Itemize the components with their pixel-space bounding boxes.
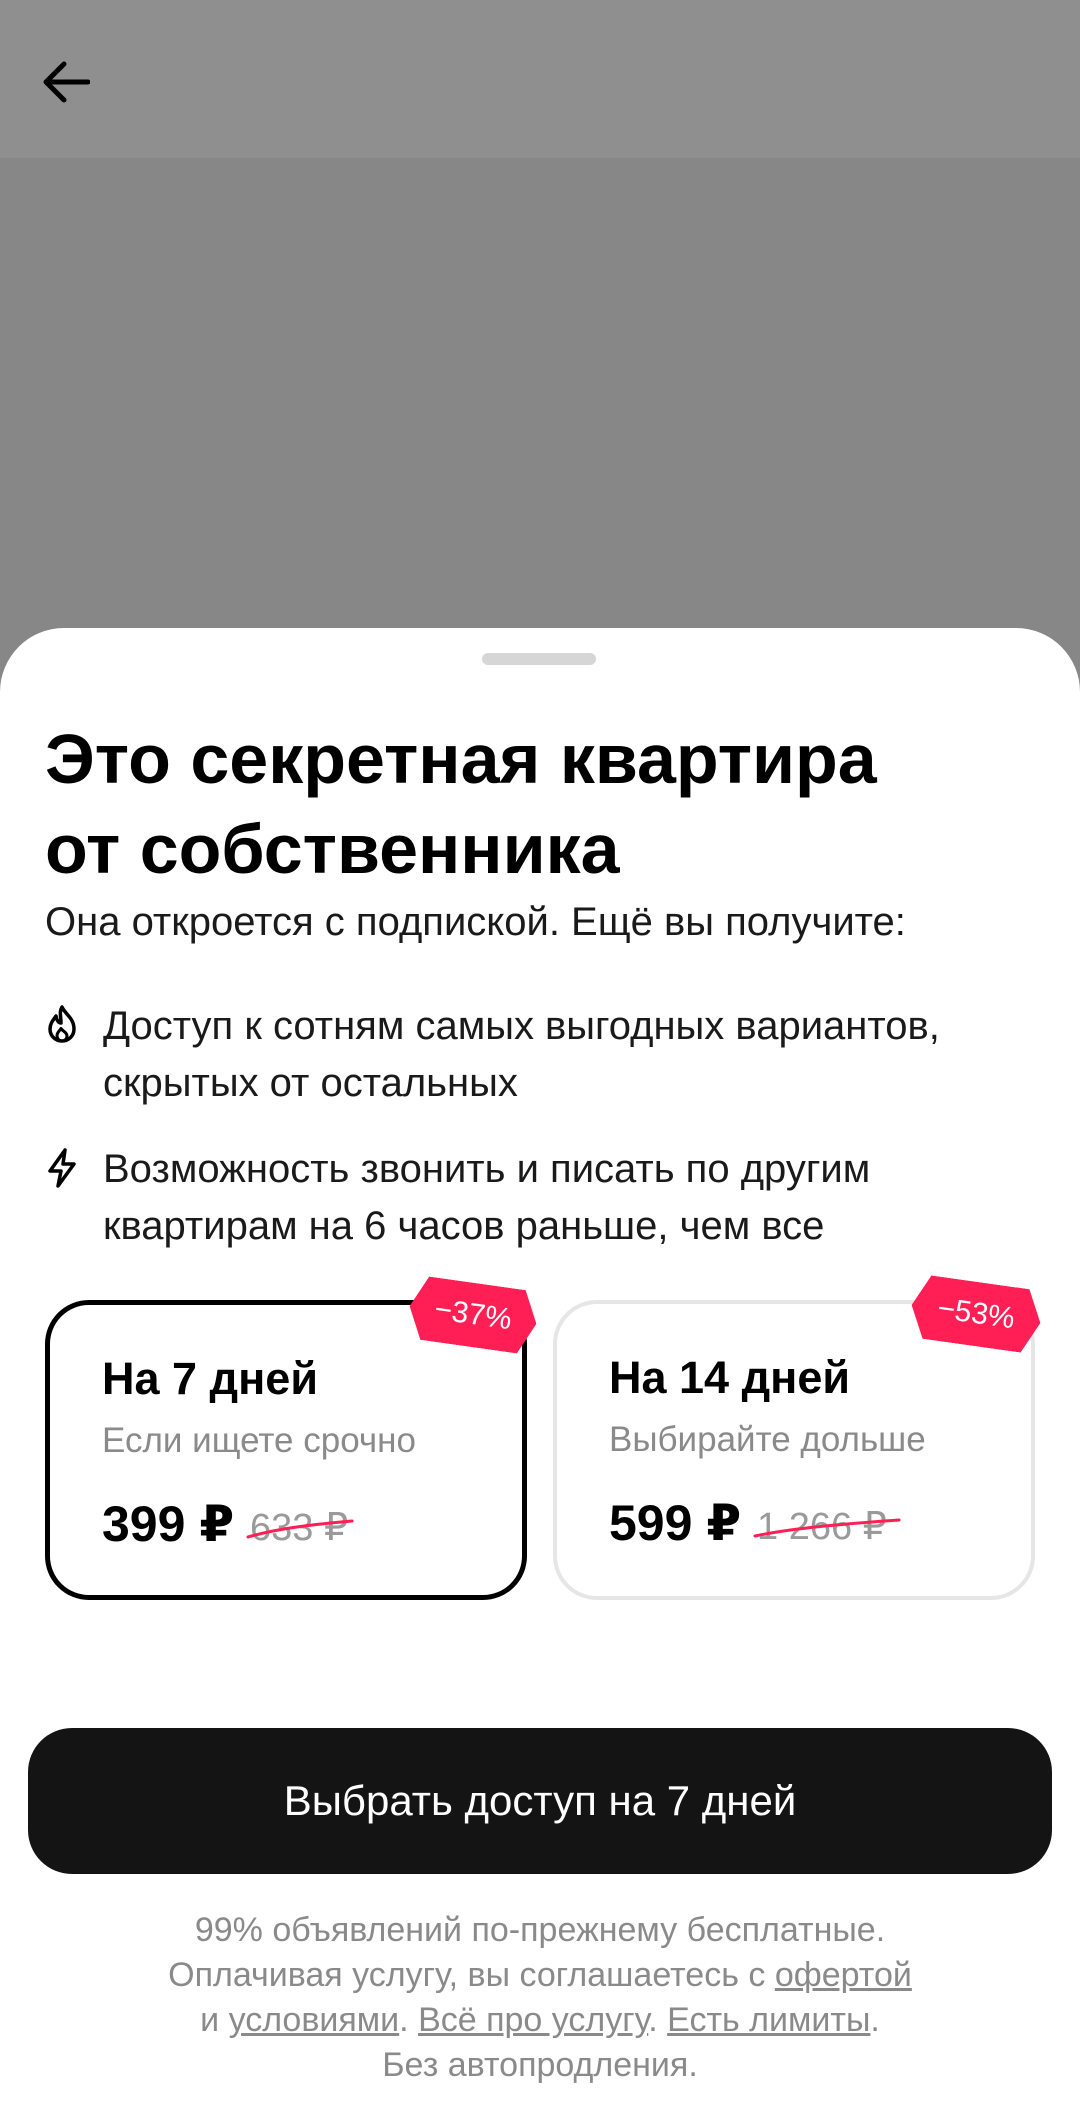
discount-badge: −37%	[405, 1274, 541, 1355]
terms-link[interactable]: условиями	[229, 2001, 400, 2039]
plan-card-7-days[interactable]: −37% На 7 дней Если ищете срочно 399 ₽ 6…	[45, 1300, 527, 1600]
title-line-2: от собственника	[45, 810, 620, 888]
plan-name: На 14 дней	[609, 1352, 851, 1403]
footer-separator: .	[648, 2001, 668, 2039]
feature-item-early-contact: Возможность звонить и писать по другим к…	[45, 1141, 1045, 1255]
back-button[interactable]	[40, 50, 120, 114]
footer-period: .	[870, 2001, 880, 2039]
footer-line-2: Оплачивая услугу, вы соглашаетесь с офер…	[40, 1953, 1040, 1998]
footer-line-3-prefix: и	[200, 2001, 229, 2039]
sheet-title: Это секретная квартира от собственника	[45, 714, 1045, 894]
flame-icon	[48, 1005, 76, 1043]
plan-description: Выбирайте дольше	[609, 1420, 926, 1459]
feature-1-line-2: скрытых от остальных	[103, 1061, 518, 1105]
plan-price: 599 ₽	[609, 1495, 742, 1551]
feature-1-line-1: Доступ к сотням самых выгодных вариантов…	[103, 1004, 940, 1048]
plan-description: Если ищете срочно	[102, 1421, 416, 1460]
screen: Это секретная квартира от собственника О…	[0, 0, 1080, 2123]
discount-badge: −53%	[907, 1273, 1045, 1354]
lightning-icon	[48, 1148, 76, 1188]
footer-line-2-text: Оплачивая услугу, вы соглашаетесь с	[168, 1956, 775, 1994]
plan-price: 399 ₽	[102, 1496, 235, 1552]
limits-link[interactable]: Есть лимиты	[667, 2001, 870, 2039]
plan-old-price: 633 ₽	[246, 1505, 354, 1550]
legal-footer: 99% объявлений по-прежнему бесплатные. О…	[40, 1908, 1040, 2088]
arrow-left-icon	[43, 61, 90, 103]
title-line-1: Это секретная квартира	[45, 720, 877, 798]
old-price-value: 633 ₽	[250, 1507, 349, 1549]
footer-separator: .	[399, 2001, 419, 2039]
select-plan-button[interactable]: Выбрать доступ на 7 дней	[28, 1728, 1052, 1874]
top-bar	[0, 0, 1080, 158]
old-price-value: 1 266 ₽	[757, 1506, 887, 1548]
sheet-subtitle: Она откроется с подпиской. Ещё вы получи…	[45, 900, 906, 944]
feature-2-line-1: Возможность звонить и писать по другим	[103, 1147, 871, 1191]
feature-2-line-2: квартирам на 6 часов раньше, чем все	[103, 1204, 825, 1248]
footer-line-4: Без автопродления.	[382, 2046, 698, 2084]
plan-name: На 7 дней	[102, 1353, 318, 1404]
about-service-link[interactable]: Всё про услугу	[418, 2001, 648, 2039]
bottom-sheet: Это секретная квартира от собственника О…	[0, 628, 1080, 2123]
feature-item-hidden-offers: Доступ к сотням самых выгодных вариантов…	[45, 998, 1045, 1112]
footer-line-1: 99% объявлений по-прежнему бесплатные.	[194, 1911, 886, 1949]
offer-link[interactable]: офертой	[775, 1956, 912, 1994]
plan-card-14-days[interactable]: −53% На 14 дней Выбирайте дольше 599 ₽ 1…	[553, 1300, 1035, 1600]
footer-line-3: и условиями. Всё про услугу. Есть лимиты…	[40, 1998, 1040, 2043]
dimmed-backdrop[interactable]	[0, 158, 1080, 678]
sheet-drag-handle[interactable]	[482, 653, 596, 665]
plan-old-price: 1 266 ₽	[753, 1504, 901, 1549]
